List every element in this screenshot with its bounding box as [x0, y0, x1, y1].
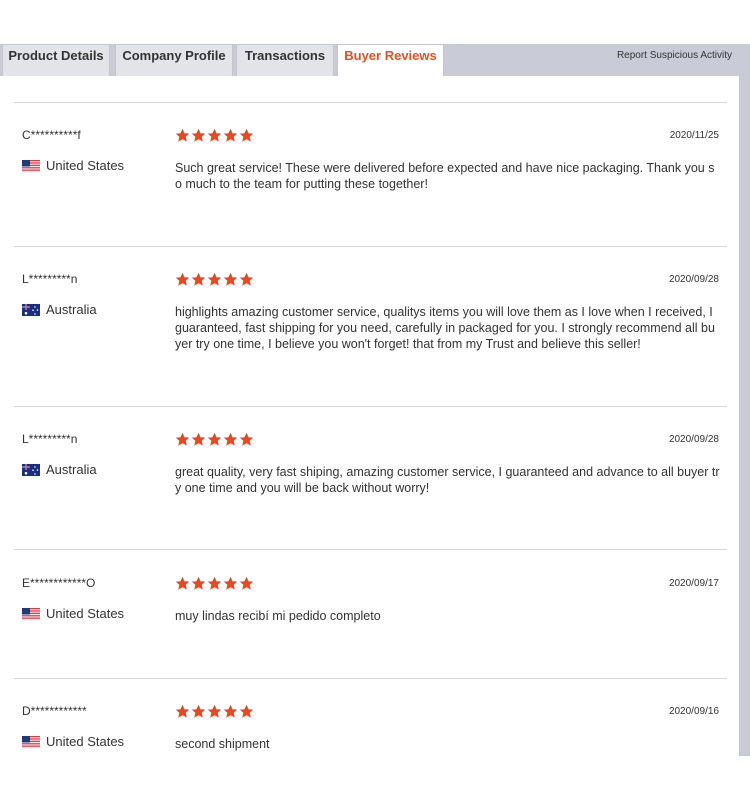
tab-bar: Product Details Company Profile Transact… — [0, 44, 750, 77]
star-icon — [223, 576, 238, 590]
us-flag-icon — [22, 159, 40, 172]
star-icon — [175, 272, 190, 286]
star-icon — [223, 272, 238, 286]
star-icon — [207, 704, 222, 718]
review-date: 2020/09/16 — [668, 706, 719, 717]
buyer-country: Australia — [22, 462, 97, 477]
star-icon — [239, 272, 254, 286]
review-date: 2020/09/17 — [668, 578, 719, 589]
review-text: great quality, very fast shiping, amazin… — [175, 465, 720, 495]
country-label: United States — [46, 734, 125, 749]
star-icon — [175, 128, 190, 142]
rating-stars — [175, 272, 254, 287]
rating-stars — [175, 576, 254, 591]
star-icon — [207, 272, 222, 286]
au-flag-icon — [22, 303, 40, 316]
buyer-name: D************ — [22, 704, 87, 718]
review-text: highlights amazing customer service, qua… — [175, 305, 715, 351]
au-flag-icon — [22, 463, 40, 476]
review-date: 2020/09/28 — [668, 274, 719, 285]
star-icon — [239, 576, 254, 590]
tab-buyer-reviews[interactable]: Buyer Reviews — [337, 44, 444, 77]
divider — [14, 678, 727, 679]
tab-product-details[interactable]: Product Details — [2, 44, 110, 76]
rating-stars — [175, 432, 254, 447]
review-date: 2020/09/28 — [668, 434, 719, 445]
buyer-name: C**********f — [22, 128, 81, 142]
buyer-country: Australia — [22, 302, 97, 317]
country-label: United States — [46, 606, 125, 621]
rating-stars — [175, 128, 254, 143]
review-date: 2020/11/25 — [669, 130, 719, 141]
star-icon — [239, 128, 254, 142]
star-icon — [239, 704, 254, 718]
review-text: second shipment — [175, 737, 270, 751]
buyer-country: United States — [22, 734, 124, 749]
report-suspicious-activity-link[interactable]: Report Suspicious Activity — [617, 50, 732, 61]
scroll-track — [740, 76, 750, 756]
tab-transactions[interactable]: Transactions — [236, 44, 334, 76]
buyer-name: L*********n — [22, 272, 78, 286]
us-flag-icon — [22, 735, 40, 748]
star-icon — [223, 128, 238, 142]
star-icon — [191, 704, 206, 718]
star-icon — [207, 432, 222, 446]
review-text: Such great service! These were delivered… — [175, 161, 715, 191]
divider — [14, 549, 727, 550]
star-icon — [223, 432, 238, 446]
us-flag-icon — [22, 607, 40, 620]
star-icon — [207, 128, 222, 142]
rating-stars — [175, 704, 254, 719]
review-text: muy lindas recibí mi pedido completo — [175, 609, 381, 623]
country-label: United States — [46, 158, 125, 173]
star-icon — [175, 704, 190, 718]
star-icon — [191, 272, 206, 286]
buyer-country: United States — [22, 606, 124, 621]
divider — [14, 406, 727, 407]
buyer-name: E************O — [22, 576, 96, 590]
star-icon — [239, 432, 254, 446]
star-icon — [175, 576, 190, 590]
star-icon — [191, 128, 206, 142]
star-icon — [175, 432, 190, 446]
tab-company-profile[interactable]: Company Profile — [115, 44, 233, 76]
buyer-country: United States — [22, 158, 124, 173]
divider — [14, 102, 727, 103]
divider — [14, 246, 727, 247]
star-icon — [223, 704, 238, 718]
buyer-name: L*********n — [22, 432, 78, 446]
country-label: Australia — [46, 462, 97, 477]
country-label: Australia — [46, 302, 97, 317]
star-icon — [207, 576, 222, 590]
star-icon — [191, 576, 206, 590]
star-icon — [191, 432, 206, 446]
reviews-panel: C**********f 2020/11/25 United States Su… — [0, 76, 740, 756]
